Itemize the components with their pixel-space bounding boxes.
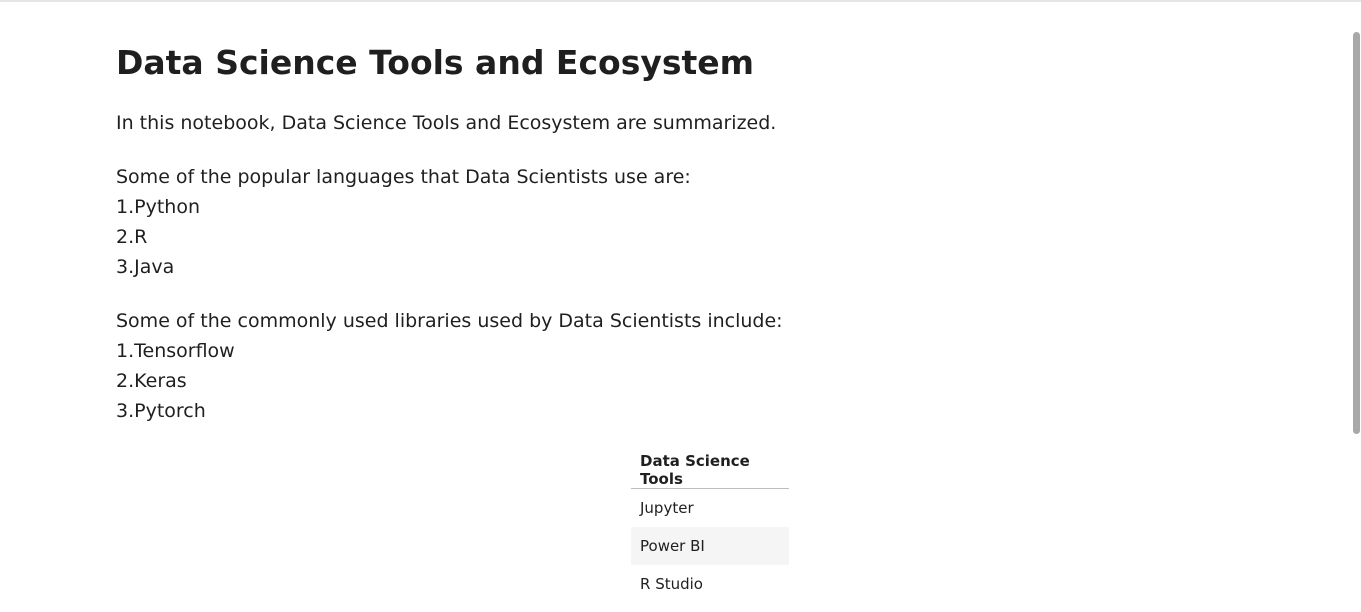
table-cell: Power BI [631, 527, 789, 565]
libraries-section: Some of the commonly used libraries used… [116, 306, 1216, 426]
library-item: 3.Pytorch [116, 400, 206, 422]
languages-section: Some of the popular languages that Data … [116, 162, 1216, 282]
intro-text: In this notebook, Data Science Tools and… [116, 112, 777, 134]
table-cell: R Studio [640, 575, 703, 593]
language-item: 2.R [116, 226, 148, 248]
table-cell: Jupyter [640, 499, 694, 517]
table-header-cell: Data Science Tools [631, 452, 789, 489]
vertical-scrollbar[interactable] [1352, 2, 1361, 612]
notebook-content: Data Science Tools and Ecosystem In this… [116, 40, 1216, 426]
language-item: 3.Java [116, 256, 175, 278]
library-item: 1.Tensorflow [116, 340, 235, 362]
library-item: 2.Keras [116, 370, 187, 392]
scrollbar-thumb[interactable] [1353, 32, 1360, 434]
tools-table-container: Data Science Tools Jupyter Power BI R St… [631, 452, 789, 603]
table-row: R Studio [631, 565, 789, 603]
notebook-heading: Data Science Tools and Ecosystem [116, 43, 755, 82]
tools-table: Data Science Tools Jupyter Power BI R St… [631, 452, 789, 603]
table-row: Jupyter [631, 489, 789, 528]
top-border [0, 0, 1361, 2]
languages-intro: Some of the popular languages that Data … [116, 166, 691, 188]
table-row: Power BI [631, 527, 789, 565]
libraries-intro: Some of the commonly used libraries used… [116, 310, 783, 332]
language-item: 1.Python [116, 196, 200, 218]
table-header-row: Data Science Tools [631, 452, 789, 489]
